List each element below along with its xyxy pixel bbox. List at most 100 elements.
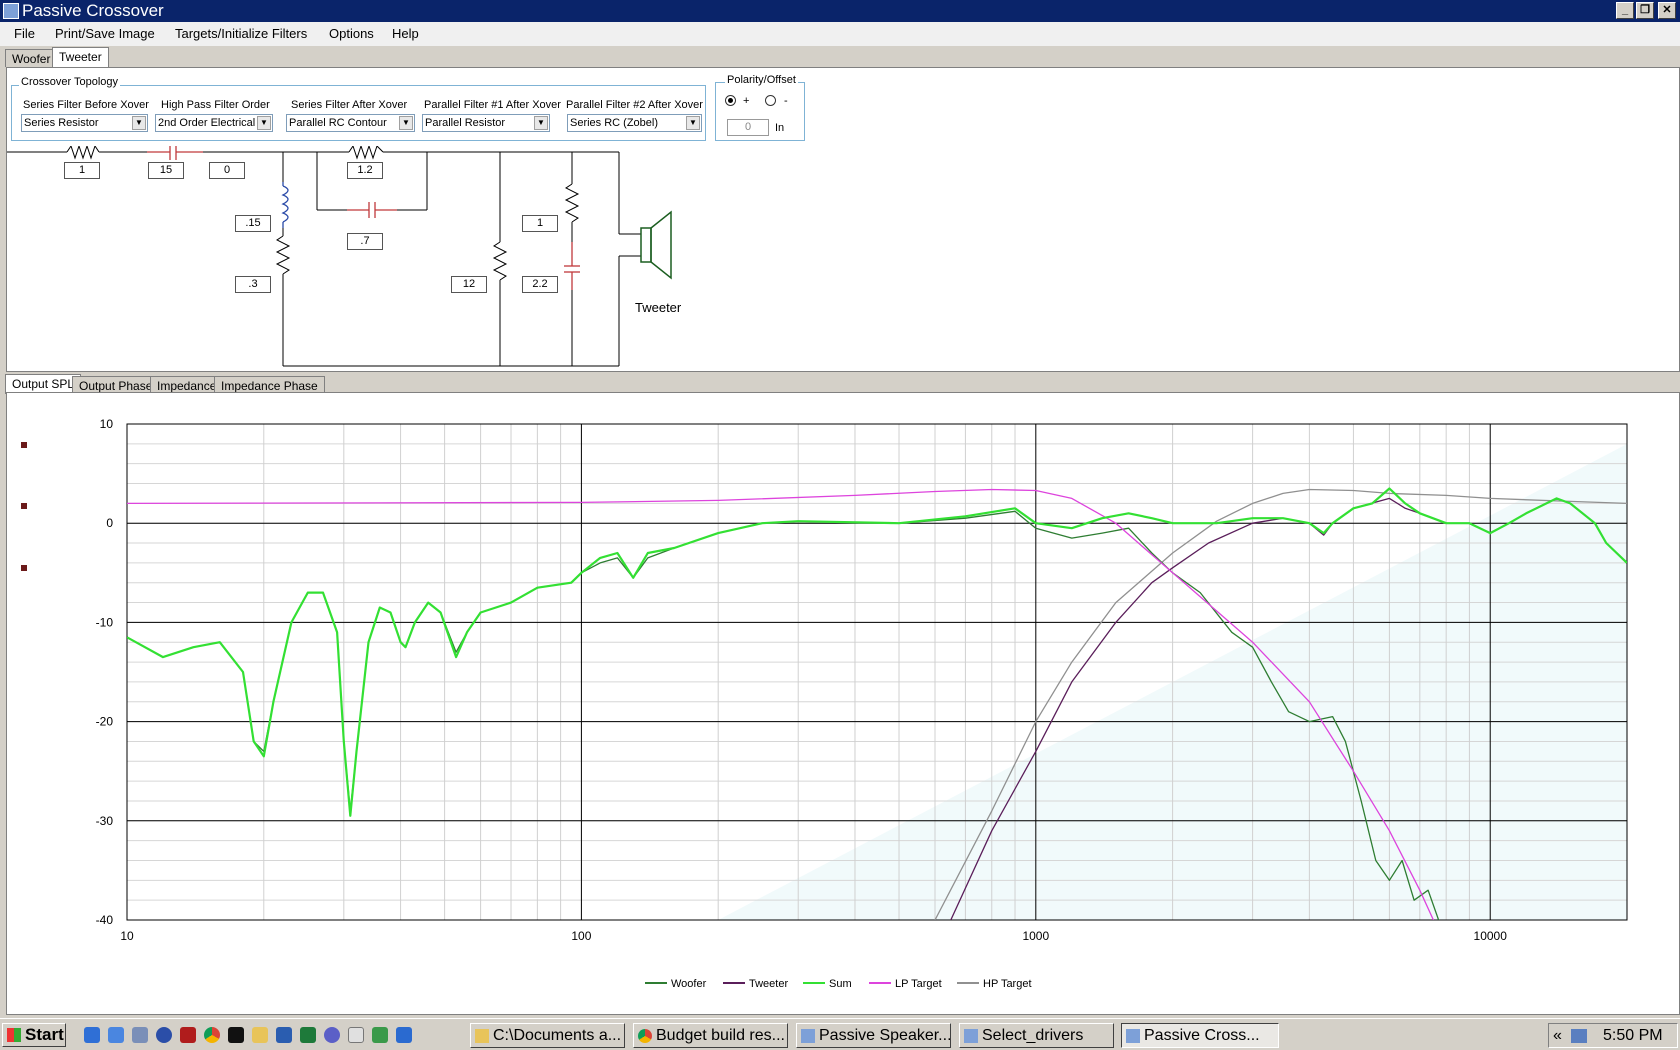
offset-input[interactable]: 0 — [727, 119, 769, 136]
taskbar-button-budget-build[interactable]: Budget build res... — [633, 1023, 788, 1048]
tab-impedance[interactable]: Impedance — [150, 376, 224, 393]
app-icon — [3, 3, 19, 19]
x-tick-label: 10 — [120, 929, 134, 943]
clock[interactable]: 5:50 PM — [1603, 1024, 1663, 1047]
media-player-icon[interactable] — [156, 1027, 172, 1043]
shunt-resistor-value[interactable]: .3 — [235, 276, 271, 293]
parallel-2-select[interactable]: Series RC (Zobel) ▼ — [567, 114, 702, 132]
taskbar-button-passive-crossover[interactable]: Passive Cross... — [1121, 1023, 1279, 1048]
app-icon-red[interactable] — [180, 1027, 196, 1043]
parallel-1-select[interactable]: Parallel Resistor ▼ — [422, 114, 550, 132]
start-button[interactable]: Start — [2, 1023, 66, 1047]
menu-options[interactable]: Options — [329, 26, 374, 41]
y-tick-label: 0 — [106, 516, 113, 530]
folder-icon[interactable] — [252, 1027, 268, 1043]
legend-label: HP Target — [983, 978, 1032, 990]
app-window-icon — [801, 1029, 815, 1043]
app-blue-icon[interactable] — [396, 1027, 412, 1043]
tweeter-speaker-icon — [640, 210, 672, 280]
taskbar-button-passive-speaker[interactable]: Passive Speaker... — [796, 1023, 951, 1048]
topology-group — [11, 85, 706, 141]
folder-icon — [475, 1029, 489, 1043]
taskbar: Start C:\Documents a... Budget build res… — [0, 1018, 1680, 1050]
series-capacitor-value[interactable]: 15 — [148, 162, 184, 179]
taskbar-button-select-drivers[interactable]: Select_drivers — [959, 1023, 1114, 1048]
chrome-icon — [638, 1029, 652, 1043]
app-window-icon — [1126, 1029, 1140, 1043]
chevron-down-icon: ▼ — [399, 116, 413, 130]
ie-alt-icon[interactable] — [108, 1027, 124, 1043]
speaker-label: Tweeter — [635, 300, 682, 315]
filter-label-parallel-1: Parallel Filter #1 After Xover — [424, 99, 561, 111]
polarity-minus-radio[interactable] — [765, 95, 776, 106]
menu-help[interactable]: Help — [392, 26, 419, 41]
network-icon[interactable] — [132, 1027, 148, 1043]
parallel-2-value: Series RC (Zobel) — [570, 117, 659, 129]
zobel-resistor-value[interactable]: 1 — [522, 215, 558, 232]
shunt-inductor-value[interactable]: .15 — [235, 215, 271, 232]
tab-output-phase[interactable]: Output Phase — [72, 376, 160, 393]
tab-woofer[interactable]: Woofer — [5, 49, 58, 67]
menu-targets[interactable]: Targets/Initialize Filters — [175, 26, 307, 41]
menu-print-save-image[interactable]: Print/Save Image — [55, 26, 155, 41]
app-green-icon[interactable] — [372, 1027, 388, 1043]
crossover-schematic — [7, 146, 672, 367]
notepad-icon[interactable] — [348, 1027, 364, 1043]
polarity-plus-radio[interactable] — [725, 95, 736, 106]
x-tick-label: 10000 — [1474, 929, 1508, 943]
menu-bar: File Print/Save Image Targets/Initialize… — [0, 22, 1680, 46]
zobel-capacitor — [564, 242, 580, 290]
y-tick-label: -40 — [96, 913, 114, 927]
topology-group-label: Crossover Topology — [19, 76, 121, 88]
app-window-icon — [964, 1029, 978, 1043]
taskbar-button-label: Passive Cross... — [1144, 1027, 1260, 1044]
zobel-capacitor-value[interactable]: 2.2 — [522, 276, 558, 293]
y-tick-label: 10 — [100, 417, 114, 431]
menu-file[interactable]: File — [14, 26, 35, 41]
polarity-plus-label: + — [743, 95, 750, 107]
chevron-down-icon: ▼ — [534, 116, 548, 130]
x-tick-label: 1000 — [1022, 929, 1049, 943]
x-tick-label: 100 — [571, 929, 591, 943]
tab-tweeter[interactable]: Tweeter — [52, 47, 109, 68]
excel-icon[interactable] — [300, 1027, 316, 1043]
network-tray-icon[interactable] — [1571, 1029, 1587, 1043]
series-extra-value[interactable]: 0 — [209, 162, 245, 179]
zobel-resistor — [564, 183, 580, 223]
restore-button[interactable]: ❐ — [1636, 2, 1654, 19]
legend-label: Tweeter — [749, 978, 788, 990]
contour-resistor-value[interactable]: 1.2 — [347, 162, 383, 179]
series-resistor-value[interactable]: 1 — [64, 162, 100, 179]
taskbar-button-label: Passive Speaker... — [819, 1027, 951, 1044]
taskbar-button-label: Select_drivers — [982, 1027, 1084, 1044]
offset-unit-label: In — [775, 122, 785, 134]
high-pass-order-select[interactable]: 2nd Order Electrical ▼ — [155, 114, 273, 132]
window-title: Passive Crossover — [22, 1, 164, 20]
high-pass-order-value: 2nd Order Electrical — [158, 117, 256, 129]
title-bar: Passive Crossover _ ❐ ✕ — [0, 0, 1680, 22]
close-button[interactable]: ✕ — [1658, 2, 1676, 19]
shunt-inductor — [281, 182, 289, 228]
ie-icon[interactable] — [84, 1027, 100, 1043]
filter-label-high-pass: High Pass Filter Order — [161, 99, 270, 111]
chrome-icon[interactable] — [204, 1027, 220, 1043]
y-tick-label: -10 — [96, 615, 114, 629]
legend-label: Woofer — [671, 978, 707, 990]
tab-impedance-phase[interactable]: Impedance Phase — [214, 376, 325, 393]
parallel-resistor-value[interactable]: 12 — [451, 276, 487, 293]
taskbar-button-documents[interactable]: C:\Documents a... — [470, 1023, 625, 1048]
spl-graph-panel: 10 0 -10 -20 -30 -40 10 100 1000 10000 Woofer Tweet… — [6, 392, 1680, 1015]
help-icon[interactable] — [324, 1027, 340, 1043]
polarity-minus-label: - — [784, 95, 788, 107]
series-after-select[interactable]: Parallel RC Contour ▼ — [286, 114, 415, 132]
command-prompt-icon[interactable] — [228, 1027, 244, 1043]
tray-expand-icon[interactable]: « — [1553, 1024, 1562, 1047]
windows-logo-icon — [7, 1028, 21, 1042]
word-icon[interactable] — [276, 1027, 292, 1043]
chevron-down-icon: ▼ — [257, 116, 271, 130]
tab-output-spl[interactable]: Output SPL — [5, 374, 82, 394]
minimize-button[interactable]: _ — [1616, 2, 1634, 19]
contour-capacitor-value[interactable]: .7 — [347, 233, 383, 250]
series-before-select[interactable]: Series Resistor ▼ — [21, 114, 148, 132]
contour-capacitor — [347, 202, 397, 218]
